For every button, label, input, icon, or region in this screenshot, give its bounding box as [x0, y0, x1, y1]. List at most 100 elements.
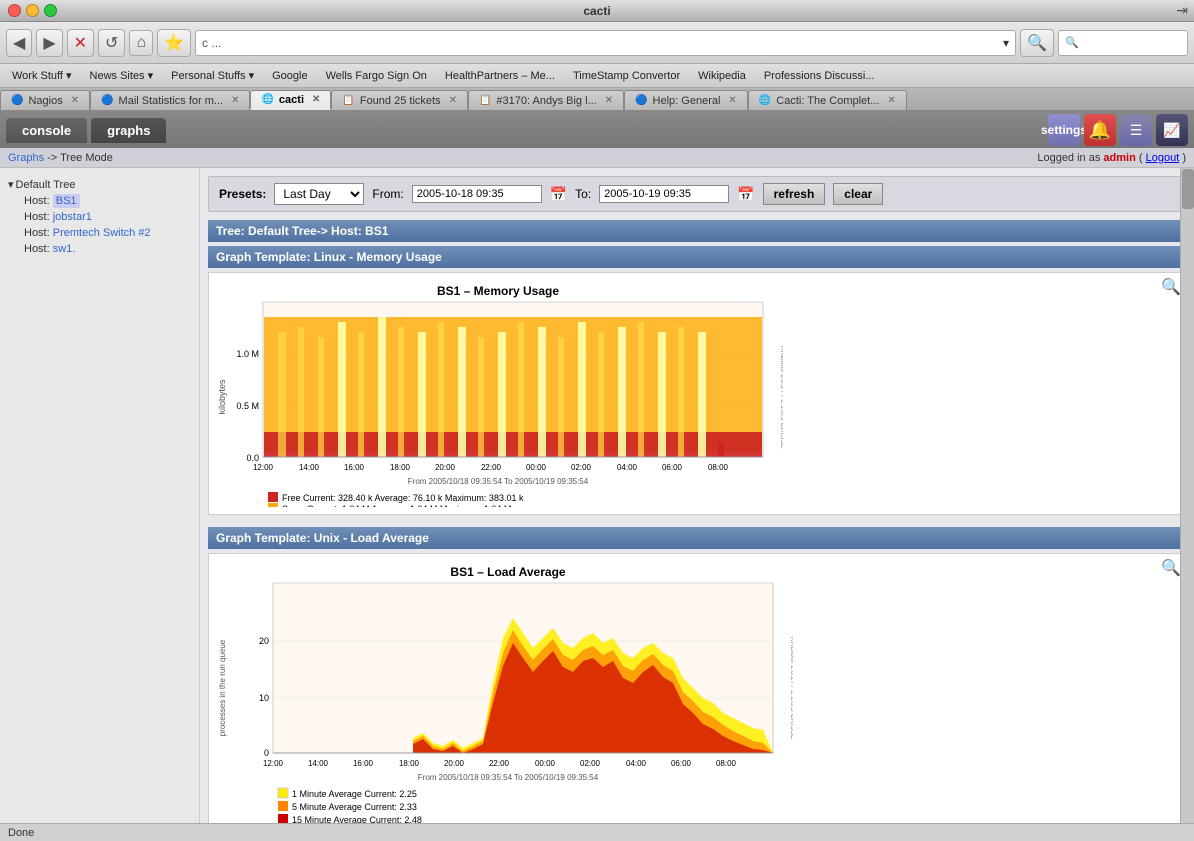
search-go-button[interactable]: 🔍 — [1020, 29, 1054, 57]
tab-found-tickets[interactable]: 📋 Found 25 tickets ✕ — [331, 90, 468, 110]
notification-button[interactable]: 🔔 — [1084, 114, 1116, 146]
tab-cacti2-close[interactable]: ✕ — [887, 95, 895, 106]
settings-button[interactable]: settings — [1048, 114, 1080, 146]
bookmarks-bar: Work Stuff News Sites Personal Stuffs Go… — [0, 64, 1194, 88]
refresh-button[interactable]: refresh — [763, 183, 826, 205]
console-tab-label: console — [22, 123, 71, 138]
tab-mail-stats[interactable]: 🔵 Mail Statistics for m... ✕ — [90, 90, 250, 110]
resize-handle[interactable]: ⇥ — [1176, 2, 1188, 19]
host-bs1-link[interactable]: BS1 — [53, 194, 80, 208]
tab-3170-close[interactable]: ✕ — [605, 95, 613, 106]
tab-help[interactable]: 🔵 Help: General ✕ — [624, 90, 748, 110]
graph-template-memory-header: Graph Template: Linux - Memory Usage — [208, 246, 1186, 268]
bookmark-google[interactable]: Google — [264, 68, 315, 84]
svg-text:20:00: 20:00 — [444, 759, 465, 768]
logged-in-info: Logged in as admin ( Logout ) — [1037, 152, 1186, 164]
home-button[interactable]: ⌂ — [129, 30, 153, 56]
graph-load-zoom[interactable]: 🔍 — [1161, 558, 1181, 578]
tab-nagios[interactable]: 🔵 Nagios ✕ — [0, 90, 90, 110]
console-tab[interactable]: console — [6, 118, 87, 143]
host-sw1[interactable]: Host: sw1. — [4, 241, 195, 257]
tab-help-close[interactable]: ✕ — [728, 95, 736, 106]
tree-header-text: Tree: Default Tree-> Host: BS1 — [216, 224, 388, 238]
svg-text:1 Minute Average Current:: 1 Minute Average Current: 2.25 — [292, 789, 417, 799]
url-dropdown-icon[interactable]: ▾ — [1003, 36, 1009, 50]
svg-text:Swap Current: 1.04 M Ave: Swap Current: 1.04 M Average: 1.04 M Max… — [282, 504, 511, 507]
bookmark-work-stuff[interactable]: Work Stuff — [4, 67, 80, 84]
tab-3170[interactable]: 📋 #3170: Andys Big l... ✕ — [468, 90, 624, 110]
bookmark-news-sites[interactable]: News Sites — [82, 67, 162, 84]
from-calendar-icon[interactable]: 📅 — [550, 186, 567, 203]
logged-in-user: admin — [1103, 152, 1135, 164]
tab-mail-close[interactable]: ✕ — [231, 95, 239, 106]
svg-text:06:00: 06:00 — [662, 463, 683, 472]
default-tree-item[interactable]: ▾ Default Tree — [4, 176, 195, 193]
svg-text:Free Current: 328.40 k A: Free Current: 328.40 k Average: 76.10 k … — [282, 493, 524, 503]
tab-cacti[interactable]: 🌐 cacti ✕ — [250, 90, 331, 110]
tab-help-label: Help: General — [653, 95, 721, 107]
main-layout: ▾ Default Tree Host: BS1 Host: jobstar1 … — [0, 168, 1194, 823]
svg-text:0.5 M: 0.5 M — [236, 401, 259, 411]
tab-mail-label: Mail Statistics for m... — [119, 95, 224, 107]
svg-text:08:00: 08:00 — [716, 759, 737, 768]
forward-button[interactable]: ▶ — [36, 29, 62, 57]
host-jobstar1[interactable]: Host: jobstar1 — [4, 209, 195, 225]
status-bar: Done — [0, 823, 1194, 841]
host-bs1[interactable]: Host: BS1 — [4, 193, 195, 209]
host-jobstar1-link[interactable]: jobstar1 — [53, 211, 92, 223]
breadcrumb: Graphs -> Tree Mode — [8, 152, 113, 164]
tab-nagios-close[interactable]: ✕ — [71, 95, 79, 106]
list-button[interactable]: ☰ — [1120, 114, 1152, 146]
tab-tickets-close[interactable]: ✕ — [449, 95, 457, 106]
logout-link[interactable]: Logout — [1146, 152, 1180, 164]
bookmark-personal-stuffs[interactable]: Personal Stuffs — [163, 67, 262, 84]
titlebar: cacti ⇥ — [0, 0, 1194, 22]
host-sw1-label: Host: — [24, 243, 53, 255]
tab-cacti-icon: 🌐 — [261, 94, 273, 105]
clear-button[interactable]: clear — [833, 183, 883, 205]
maximize-button[interactable] — [44, 4, 57, 17]
host-premtech[interactable]: Host: Premtech Switch #2 — [4, 225, 195, 241]
to-calendar-icon[interactable]: 📅 — [737, 186, 754, 203]
bookmark-timestamp[interactable]: TimeStamp Convertor — [565, 68, 688, 84]
host-bs1-label: Host: — [24, 195, 53, 207]
stop-button[interactable]: ✕ — [67, 29, 94, 57]
svg-text:12:00: 12:00 — [253, 463, 274, 472]
bookmark-professions[interactable]: Professions Discussi... — [756, 68, 883, 84]
minimize-button[interactable] — [26, 4, 39, 17]
to-date-input[interactable] — [599, 185, 729, 203]
from-date-input[interactable] — [412, 185, 542, 203]
tab-cacti-complete[interactable]: 🌐 Cacti: The Complet... ✕ — [748, 90, 907, 110]
graphs-tab[interactable]: graphs — [91, 118, 166, 143]
scrollbar[interactable] — [1180, 168, 1194, 823]
breadcrumb-graphs-link[interactable]: Graphs — [8, 152, 44, 164]
close-button[interactable] — [8, 4, 21, 17]
tab-cacti-close[interactable]: ✕ — [312, 94, 320, 105]
reload-button[interactable]: ↺ — [98, 29, 125, 57]
search-bar[interactable]: 🔍 — [1058, 30, 1188, 56]
host-sw1-link[interactable]: sw1. — [53, 243, 76, 255]
svg-text:BS1 – Memory Usage: BS1 – Memory Usage — [437, 284, 559, 298]
bookmark-healthpartners[interactable]: HealthPartners – Me... — [437, 68, 563, 84]
app-nav-tabs: console graphs settings 🔔 ☰ 📈 — [0, 112, 1194, 148]
host-premtech-link[interactable]: Premtech Switch #2 — [53, 227, 151, 239]
svg-text:08:00: 08:00 — [708, 463, 729, 472]
svg-text:02:00: 02:00 — [571, 463, 592, 472]
url-bar[interactable]: c ... ▾ — [195, 30, 1016, 56]
scrollbar-thumb[interactable] — [1182, 169, 1194, 209]
chart-button[interactable]: 📈 — [1156, 114, 1188, 146]
bookmark-wells-fargo[interactable]: Wells Fargo Sign On — [318, 68, 435, 84]
graph-load-inner: 🔍 BS1 – Load Average RRDtool 1.0.27 / 1.… — [209, 554, 1185, 823]
svg-text:00:00: 00:00 — [535, 759, 556, 768]
bookmark-wikipedia[interactable]: Wikipedia — [690, 68, 754, 84]
svg-text:06:00: 06:00 — [671, 759, 692, 768]
back-button[interactable]: ◀ — [6, 29, 32, 57]
bookmark-button[interactable]: ⭐ — [157, 29, 191, 57]
default-tree-label: Default Tree — [16, 179, 76, 191]
graph-memory-zoom[interactable]: 🔍 — [1161, 277, 1181, 297]
from-label: From: — [372, 187, 403, 201]
tab-nagios-icon: 🔵 — [11, 95, 23, 106]
preset-select[interactable]: Last Day Last Hour Last Week Last Month — [274, 183, 364, 205]
logged-in-paren-open: ( — [1139, 152, 1143, 164]
tab-3170-label: #3170: Andys Big l... — [496, 95, 596, 107]
